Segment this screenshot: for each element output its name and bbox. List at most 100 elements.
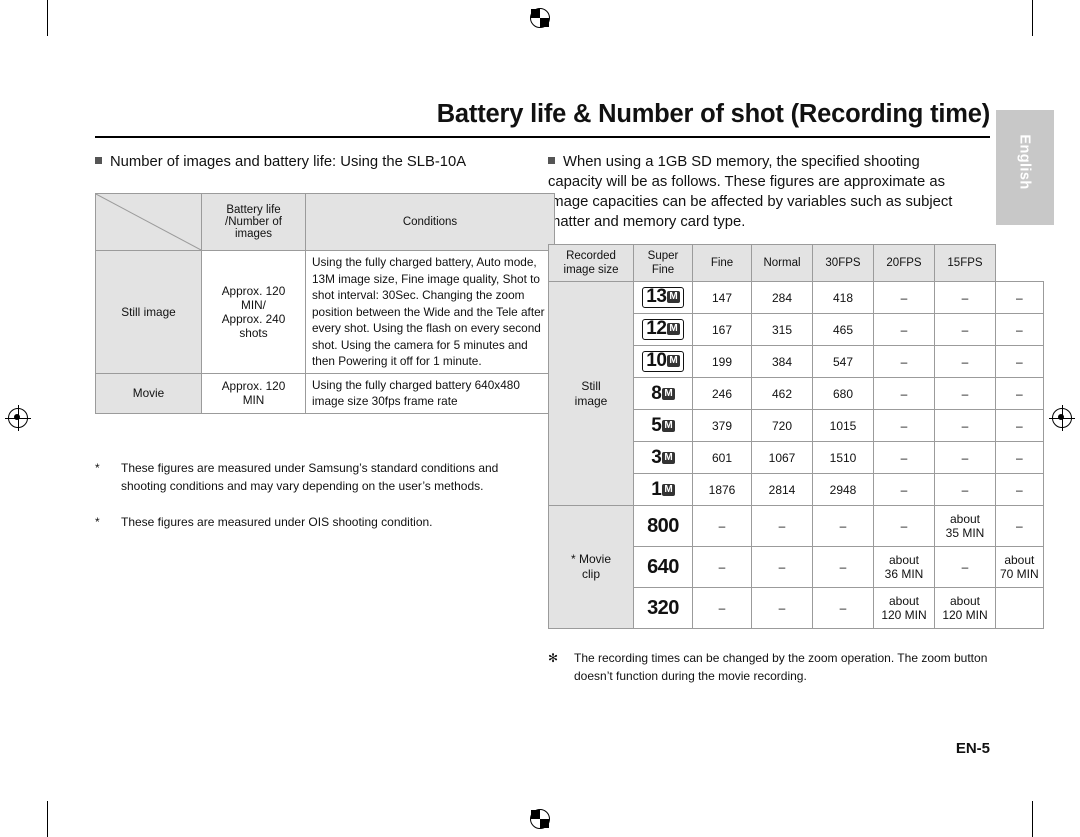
header-super-fine: Super Fine (633, 244, 693, 282)
row-label-still-image: Still image (95, 250, 202, 374)
megapixel-icon: M (662, 419, 675, 432)
cell-normal: 1510 (812, 441, 874, 474)
size-badge: 3M (651, 447, 675, 469)
group-label-line1: Still (581, 378, 601, 393)
corner-label-cell: Battery life /Number of images (201, 193, 306, 251)
movie-conditions: Using the fully charged battery 640x480 … (305, 372, 555, 414)
value-line: Approx. 120 (221, 379, 286, 393)
table-header-row: Recorded image size Super Fine Fine Norm… (548, 244, 1044, 282)
size-number: 10 (646, 350, 667, 371)
cell-15fps: about 70 MIN (995, 546, 1044, 588)
header-normal: Normal (751, 244, 813, 282)
cell-30fps: about 120 MIN (873, 587, 935, 629)
cell-super-fine: – (692, 587, 752, 629)
bullet-square-icon (548, 157, 555, 164)
right-section-heading-text: When using a 1GB SD memory, the specifie… (548, 154, 953, 230)
cell-normal: – (812, 587, 874, 629)
cell-super-fine: 601 (692, 441, 752, 474)
cell-20fps: – (934, 313, 996, 346)
cell-15fps: – (995, 345, 1044, 378)
cell-fine: – (751, 587, 813, 629)
cell-fine: 315 (751, 313, 813, 346)
bullet-square-icon (95, 157, 102, 164)
cell-fine: 2814 (751, 473, 813, 506)
value-line: MIN/ (241, 297, 266, 312)
megapixel-icon: M (667, 291, 680, 303)
image-size-cell: 5M (633, 409, 693, 442)
battery-life-table: Battery life /Number of images Condition… (95, 193, 555, 414)
size-badge: 8M (651, 383, 675, 405)
cell-fine: – (751, 505, 813, 547)
size-number: 5 (651, 414, 662, 436)
movie-size-number: 640 (647, 555, 679, 578)
cell-fine: 1067 (751, 441, 813, 474)
asterisk-icon: * (95, 515, 100, 529)
corner-diagonal-cell (95, 193, 202, 251)
cell-super-fine: 246 (692, 377, 752, 410)
size-badge: 12 M (642, 319, 684, 340)
capacity-table: Recorded image size Super Fine Fine Norm… (548, 244, 1044, 629)
asterisk-icon: * (95, 461, 100, 475)
cell-15fps (995, 587, 1044, 629)
value-line: Approx. 120 (221, 283, 286, 298)
image-size-cell: 10 M (633, 345, 693, 378)
movie-size-number: 320 (647, 596, 679, 619)
cell-15fps: – (995, 473, 1044, 506)
table-row: Still image Approx. 120 MIN/ Approx. 240… (95, 250, 555, 374)
header-fine: Fine (692, 244, 752, 282)
value-line: about (888, 593, 920, 608)
cell-30fps: – (873, 313, 935, 346)
table-row: Movie Approx. 120 MIN Using the fully ch… (95, 372, 555, 414)
cell-20fps: about 120 MIN (934, 587, 996, 629)
page-number: EN-5 (955, 740, 990, 757)
cell-20fps: – (934, 281, 996, 314)
header-line2: Fine (651, 264, 675, 276)
cell-15fps: – (995, 313, 1044, 346)
asterisk-icon: ✻ (548, 651, 559, 665)
megapixel-icon: M (667, 355, 680, 367)
cell-20fps: – (934, 377, 996, 410)
cell-super-fine: – (692, 546, 752, 588)
cell-15fps: – (995, 505, 1044, 547)
value-line: about (949, 593, 981, 608)
cell-15fps: – (995, 409, 1044, 442)
group-label-line1: * Movie (570, 552, 611, 566)
cell-15fps: – (995, 441, 1044, 474)
megapixel-icon: M (662, 387, 675, 400)
header-line1: Super (647, 250, 679, 262)
cell-fine: – (751, 546, 813, 588)
cell-super-fine: – (692, 505, 752, 547)
table-header-row: Battery life /Number of images Condition… (95, 193, 555, 251)
movie-size-cell: 640 (633, 546, 693, 588)
megapixel-icon: M (662, 483, 675, 496)
cell-20fps: – (934, 409, 996, 442)
megapixel-icon: M (667, 323, 680, 335)
cell-normal: 1015 (812, 409, 874, 442)
table-row: * Movie clip 800 – – – – about 35 MIN – (548, 505, 1044, 629)
value-line: 120 MIN (881, 608, 927, 622)
still-image-conditions: Using the fully charged battery, Auto mo… (305, 250, 555, 374)
cell-normal: 418 (812, 281, 874, 314)
size-number: 1 (651, 478, 662, 500)
size-badge: 5M (651, 414, 675, 437)
right-footnote: ✻ The recording times can be changed by … (548, 650, 988, 685)
movie-size-number: 800 (647, 514, 679, 537)
cell-fine: 720 (751, 409, 813, 442)
value-line: 120 MIN (942, 608, 988, 622)
left-section-heading-text: Number of images and battery life: Using… (110, 154, 467, 170)
header-30fps: 30FPS (812, 244, 874, 282)
cell-30fps: – (873, 377, 935, 410)
table-row: Still image 13 M 147 284 418 – – – (548, 281, 1044, 506)
cell-normal: 2948 (812, 473, 874, 506)
size-number: 13 (646, 286, 667, 307)
header-line1: Recorded (566, 250, 616, 262)
header-15fps: 15FPS (934, 244, 996, 282)
corner-label-line2: /Number of (225, 216, 282, 228)
image-size-cell: 3M (633, 441, 693, 474)
cell-super-fine: 1876 (692, 473, 752, 506)
still-image-value-cell: Approx. 120 MIN/ Approx. 240 shots (201, 250, 306, 374)
cell-normal: – (812, 546, 874, 588)
cell-super-fine: 167 (692, 313, 752, 346)
cell-15fps: – (995, 377, 1044, 410)
left-footnote-1-text: These figures are measured under Samsung… (121, 461, 499, 493)
